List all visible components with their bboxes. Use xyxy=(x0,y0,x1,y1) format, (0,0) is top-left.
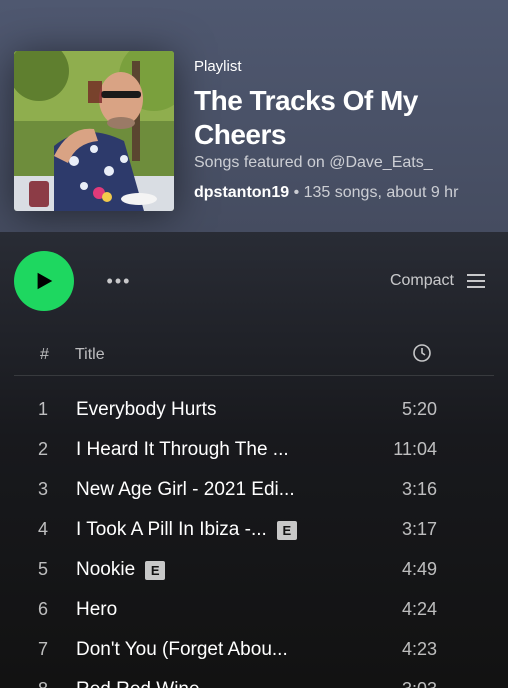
playlist-header: Playlist The Tracks Of My Cheers Songs f… xyxy=(0,0,508,232)
clock-icon xyxy=(413,344,431,362)
track-title-cell: Nookie E xyxy=(76,559,166,581)
track-row[interactable]: 1 Everybody Hurts 5:20 xyxy=(14,389,494,429)
track-row[interactable]: 4 I Took A Pill In Ibiza -... E 3:17 xyxy=(14,509,494,549)
list-icon xyxy=(467,274,485,288)
playlist-meta: Playlist The Tracks Of My Cheers Songs f… xyxy=(194,58,494,202)
playlist-owner-link[interactable]: dpstanton19 xyxy=(194,184,289,201)
play-icon xyxy=(37,272,53,290)
track-row[interactable]: 7 Don't You (Forget Abou... 4:23 xyxy=(14,629,494,669)
tracklist: 1 Everybody Hurts 5:20 2 I Heard It Through … xyxy=(14,389,494,688)
more-options-button[interactable]: ••• xyxy=(104,270,134,292)
track-row[interactable]: 2 I Heard It Through The ... 11:04 xyxy=(14,429,494,469)
view-mode-toggle[interactable]: Compact xyxy=(390,269,486,293)
track-number: 1 xyxy=(37,399,48,419)
track-number: 6 xyxy=(37,599,48,619)
track-title-cell: New Age Girl - 2021 Edi... xyxy=(76,479,295,501)
explicit-badge: E xyxy=(276,520,297,540)
track-title-cell: I Heard It Through The ... xyxy=(76,439,289,461)
track-duration: 5:20 xyxy=(401,399,437,419)
track-number: 2 xyxy=(37,439,48,459)
track-title-cell: Hero xyxy=(76,599,117,621)
track-row[interactable]: 8 Red Red Wine 3:03 xyxy=(14,669,494,688)
track-title-cell: Don't You (Forget Abou... xyxy=(76,639,288,661)
track-duration: 3:16 xyxy=(401,479,437,499)
track-title[interactable]: I Took A Pill In Ibiza -... xyxy=(76,519,267,541)
playlist-cover-image[interactable] xyxy=(14,51,174,211)
track-title-cell: Everybody Hurts xyxy=(76,399,216,421)
track-number: 8 xyxy=(32,679,54,688)
playlist-type-label: Playlist xyxy=(194,58,242,75)
playlist-info: • 135 songs, about 9 hr xyxy=(289,184,459,201)
view-mode-label: Compact xyxy=(389,272,454,289)
column-title[interactable]: Title xyxy=(75,346,105,364)
track-number: 4 xyxy=(37,519,48,539)
track-number: 7 xyxy=(37,639,48,659)
column-number: # xyxy=(40,346,49,363)
track-duration: 3:17 xyxy=(401,519,437,539)
track-title[interactable]: Red Red Wine xyxy=(76,679,200,688)
track-title[interactable]: Nookie xyxy=(76,559,135,581)
track-duration: 4:23 xyxy=(401,639,437,659)
track-row[interactable]: 6 Hero 4:24 xyxy=(14,589,494,629)
track-duration: 4:49 xyxy=(401,559,437,579)
playlist-title[interactable]: The Tracks Of My Cheers xyxy=(194,84,454,152)
track-title[interactable]: New Age Girl - 2021 Edi... xyxy=(76,479,295,501)
track-row[interactable]: 3 New Age Girl - 2021 Edi... 3:16 xyxy=(14,469,494,509)
track-row[interactable]: 5 Nookie E 4:49 xyxy=(14,549,494,589)
track-title[interactable]: I Heard It Through The ... xyxy=(76,439,289,461)
track-number: 3 xyxy=(37,479,48,499)
track-duration: 4:24 xyxy=(401,599,437,619)
play-button[interactable] xyxy=(14,251,74,311)
playlist-stats: dpstanton19 • 135 songs, about 9 hr xyxy=(194,184,494,202)
track-title[interactable]: Hero xyxy=(76,599,117,621)
track-title[interactable]: Everybody Hurts xyxy=(76,399,216,421)
track-title-cell: I Took A Pill In Ibiza -... E xyxy=(76,519,297,541)
track-title[interactable]: Don't You (Forget Abou... xyxy=(76,639,288,661)
track-duration: 11:04 xyxy=(393,439,437,459)
track-title-cell: Red Red Wine xyxy=(76,679,200,688)
tracklist-header: # Title xyxy=(14,342,494,376)
track-number: 5 xyxy=(37,559,48,579)
explicit-badge: E xyxy=(145,560,166,580)
playlist-description: Songs featured on @Dave_Eats_ xyxy=(194,154,433,171)
column-duration[interactable] xyxy=(412,343,432,368)
track-duration: 3:03 xyxy=(402,679,437,688)
